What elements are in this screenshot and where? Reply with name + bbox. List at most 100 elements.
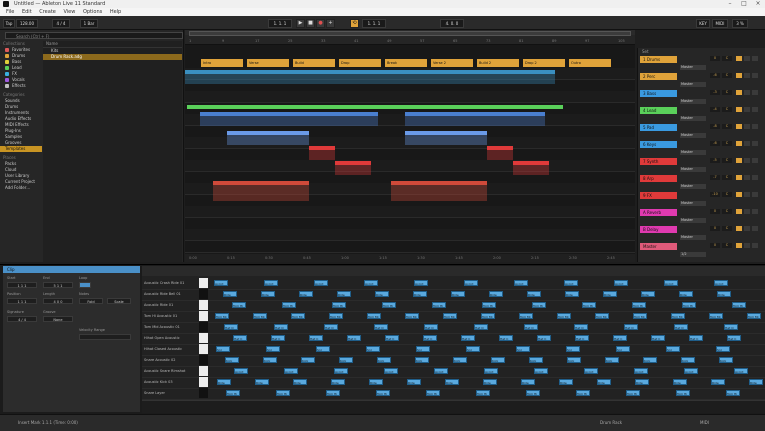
midi-note[interactable]: Hat C [689,335,703,341]
overview-range[interactable] [189,31,631,36]
midi-note[interactable]: Ride [717,291,731,297]
arrangement-tracks[interactable] [185,68,635,254]
locator-marker[interactable]: Drop [339,59,381,67]
midi-note[interactable]: Tom Hi [332,302,346,308]
mixer-output-select[interactable]: Master [680,167,706,172]
mixer-track-name[interactable]: 9 FX [640,192,677,199]
midi-note[interactable]: Hat C [651,335,665,341]
key-map-button[interactable]: KEY [696,19,710,28]
midi-note[interactable]: Tom Hi [432,302,446,308]
fold-button[interactable]: Fold [79,298,103,304]
midi-note[interactable]: Accnt [614,280,628,286]
track-activator-button[interactable] [736,107,742,112]
midi-note[interactable]: Tom Mi [253,313,267,319]
piano-key[interactable] [199,278,208,288]
mixer-pan-field[interactable]: C [722,107,732,112]
mixer-output-select[interactable]: Master [680,235,706,240]
mixer-volume-field[interactable]: 0 [710,226,720,231]
tempo-field[interactable]: 128.00 [16,19,38,28]
track-activator-button[interactable] [736,175,742,180]
arm-button[interactable] [752,124,758,129]
midi-note[interactable]: Snr [366,346,380,352]
arrangement-overview[interactable] [185,30,635,36]
midi-note[interactable]: Hat O [674,324,688,330]
play-button[interactable]: ▶ [296,19,305,28]
midi-note[interactable]: Accnt [484,368,498,374]
arrangement-track-lane[interactable] [185,160,635,172]
midi-note[interactable]: Tom Mi [215,313,229,319]
mixer-pan-field[interactable]: C [722,141,732,146]
loop-start-field[interactable]: 1. 1. 1 [362,19,386,28]
menu-create[interactable]: Create [39,8,56,16]
arm-button[interactable] [752,158,758,163]
arrangement-clip[interactable] [487,146,513,160]
arrangement-clip[interactable] [200,112,378,126]
solo-button[interactable] [744,158,750,163]
midi-note[interactable]: Kick [377,357,391,363]
mixer-pan-field[interactable]: C [722,124,732,129]
drum-pad-name[interactable]: Acoustic Kick 03 [144,377,199,388]
drum-pad-name[interactable]: Acoustic Ride 01 [144,300,199,311]
menu-help[interactable]: Help [110,8,121,16]
mixer-pan-field[interactable]: C [722,175,732,180]
solo-button[interactable] [744,90,750,95]
arrangement-clip[interactable] [187,105,563,109]
midi-note[interactable]: Hat C [309,335,323,341]
drum-pad-name[interactable]: Tom Mid Acoustic 01 [144,322,199,333]
locator-marker[interactable]: Verse [247,59,289,67]
mixer-volume-field[interactable]: 0 [710,56,720,61]
midi-note[interactable]: Tom Hi [576,390,590,396]
midi-note[interactable]: Tom Hi [532,302,546,308]
midi-note[interactable]: Tom Hi [282,302,296,308]
mixer-output-select[interactable]: Master [680,184,706,189]
midi-note[interactable]: Kick [491,357,505,363]
mixer-track-name[interactable]: B Delay [640,226,677,233]
midi-note[interactable]: Ride [635,379,649,385]
midi-note[interactable]: Kick [263,357,277,363]
mixer-volume-field[interactable]: -7 [710,175,720,180]
locator-marker[interactable]: Intro [201,59,243,67]
midi-note[interactable]: Tom Hi [376,390,390,396]
solo-button[interactable] [744,107,750,112]
arm-button[interactable] [752,56,758,61]
midi-note[interactable]: Accnt [534,368,548,374]
solo-button[interactable] [744,175,750,180]
menu-view[interactable]: View [63,8,75,16]
mixer-track-name[interactable]: 3 Bass [640,90,677,97]
arrangement-clip[interactable] [335,161,371,175]
midi-note[interactable]: Tom Hi [226,390,240,396]
midi-note[interactable]: Ride [565,291,579,297]
drum-pad-name[interactable]: Acoustic Crash Ride 01 [144,278,199,289]
mixer-output-select[interactable]: Master [680,82,706,87]
mixer-track-name[interactable]: A Reverb [640,209,677,216]
midi-note[interactable]: Ride [331,379,345,385]
track-activator-button[interactable] [736,141,742,146]
midi-note[interactable]: Kick [719,357,733,363]
locator-marker[interactable]: Build [293,59,335,67]
menu-edit[interactable]: Edit [22,8,32,16]
solo-button[interactable] [744,226,750,231]
track-activator-button[interactable] [736,243,742,248]
midi-note[interactable]: Kick [643,357,657,363]
drum-pad-name[interactable]: Snare Acoustic 02 [144,355,199,366]
piano-key[interactable] [199,289,208,299]
midi-note[interactable]: Ride [407,379,421,385]
record-button[interactable]: ● [316,19,325,28]
midi-note[interactable]: Hat O [374,324,388,330]
midi-note[interactable]: Accnt [684,368,698,374]
midi-note[interactable]: Accnt [734,368,748,374]
midi-note[interactable]: Snr [616,346,630,352]
arm-button[interactable] [752,243,758,248]
arm-button[interactable] [752,226,758,231]
close-icon[interactable]: × [751,0,765,8]
track-activator-button[interactable] [736,209,742,214]
beat-ruler[interactable]: 1 9 17 25 33 41 49 57 65 73 81 89 97 105 [185,30,635,45]
midi-note[interactable]: Hat C [537,335,551,341]
midi-note[interactable]: Kick [225,357,239,363]
midi-note[interactable]: Hat O [574,324,588,330]
midi-note[interactable]: Hat C [613,335,627,341]
mixer-track-name[interactable]: 6 Keys [640,141,677,148]
midi-note[interactable]: Accnt [714,280,728,286]
mixer-output-select[interactable]: Master [680,133,706,138]
solo-button[interactable] [744,209,750,214]
